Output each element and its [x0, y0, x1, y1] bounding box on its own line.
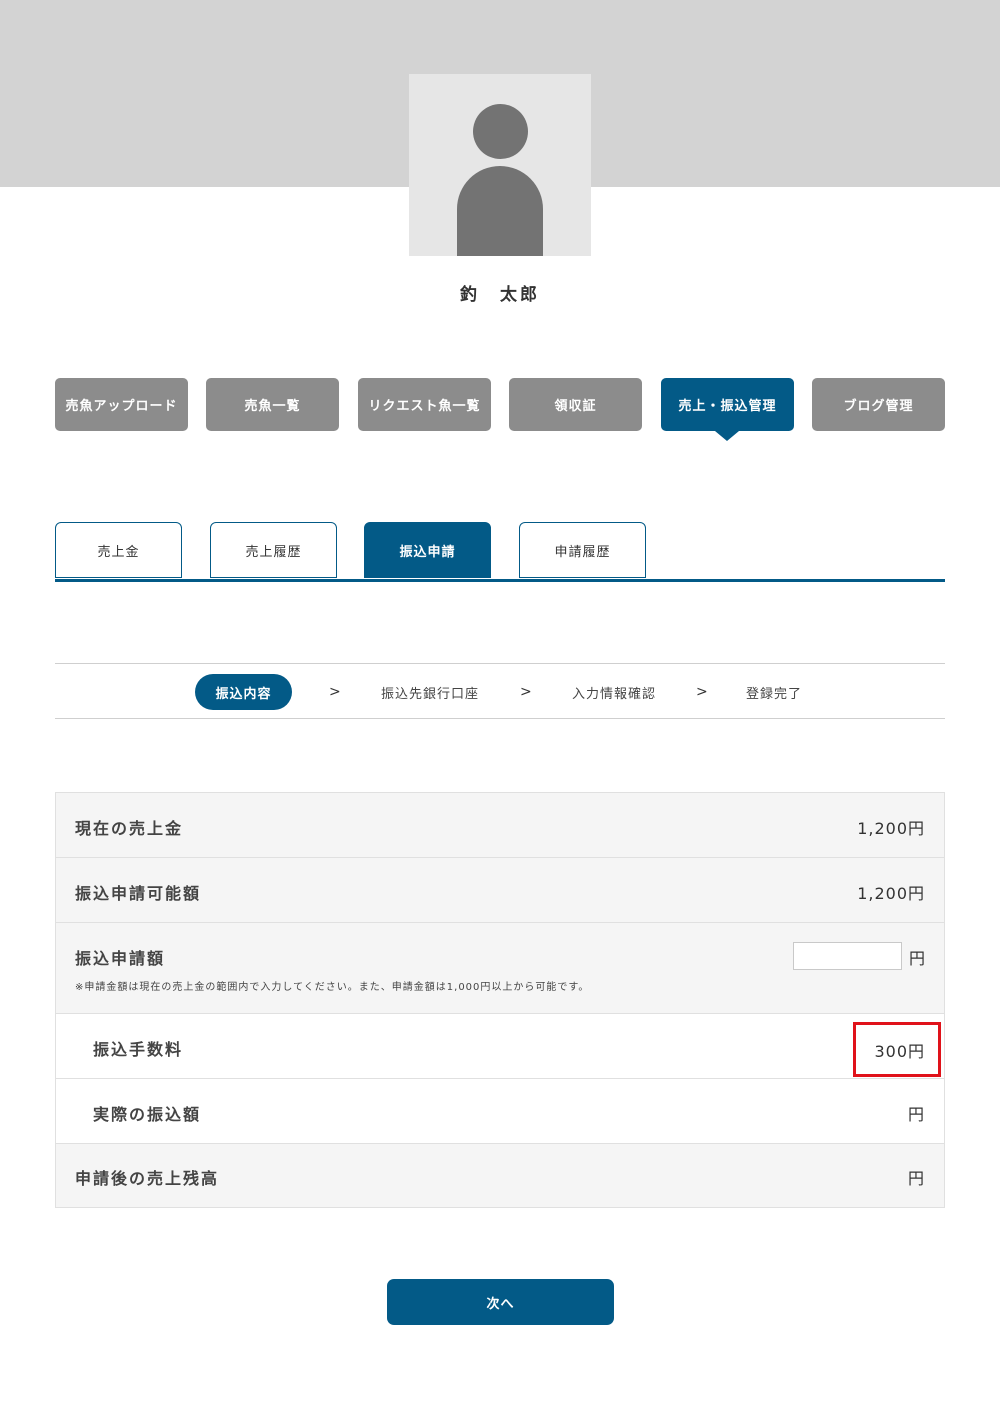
- step-indicator: 振込内容 > 振込先銀行口座 > 入力情報確認 > 登録完了: [55, 663, 945, 719]
- row-request-amount: 振込申請額 円 ※申請金額は現在の売上金の範囲内で入力してください。また、申請金…: [56, 923, 944, 1014]
- request-amount-input[interactable]: [793, 942, 902, 970]
- tab-sales-balance[interactable]: 売上金: [55, 522, 182, 578]
- step-separator: >: [329, 684, 341, 700]
- nav-blog[interactable]: ブログ管理: [812, 378, 945, 431]
- remaining-balance-value: 円: [907, 1169, 925, 1188]
- avatar-body-shape: [457, 166, 543, 256]
- nav-sales-transfer[interactable]: 売上・振込管理: [661, 378, 794, 441]
- available-amount-value: 1,200円: [857, 884, 925, 903]
- tab-transfer-request[interactable]: 振込申請: [364, 522, 491, 578]
- avatar: [409, 74, 591, 256]
- user-name: 釣 太郎: [460, 285, 540, 305]
- actual-transfer-label: 実際の振込額: [93, 1105, 202, 1124]
- transfer-fee-value: 300円: [853, 1022, 941, 1077]
- step-separator: >: [520, 684, 532, 700]
- nav-sell-fish-list[interactable]: 売魚一覧: [206, 378, 339, 431]
- avatar-head-shape: [473, 104, 528, 159]
- row-current-sales: 現在の売上金 1,200円: [56, 793, 944, 858]
- request-amount-unit: 円: [908, 949, 925, 968]
- nav-sell-fish-upload[interactable]: 売魚アップロード: [55, 378, 188, 431]
- main-nav: 売魚アップロード 売魚一覧 リクエスト魚一覧 領収証 売上・振込管理 ブログ管理: [55, 378, 945, 441]
- step-separator: >: [696, 684, 708, 700]
- request-amount-note: ※申請金額は現在の売上金の範囲内で入力してください。また、申請金額は1,000円…: [75, 982, 590, 993]
- tab-sales-history[interactable]: 売上履歴: [210, 522, 337, 578]
- next-button[interactable]: 次へ: [387, 1279, 614, 1325]
- current-sales-value: 1,200円: [857, 819, 925, 838]
- row-transfer-fee: 振込手数料 300円: [56, 1014, 944, 1079]
- sub-tabs: 売上金 売上履歴 振込申請 申請履歴: [55, 522, 945, 582]
- step-transfer-details: 振込内容: [195, 674, 292, 710]
- step-confirm: 入力情報確認: [571, 686, 656, 702]
- row-remaining-balance: 申請後の売上残高 円: [56, 1144, 944, 1207]
- transfer-fee-label: 振込手数料: [93, 1040, 184, 1059]
- actual-transfer-value: 円: [907, 1105, 925, 1124]
- current-sales-label: 現在の売上金: [75, 819, 184, 838]
- row-available-amount: 振込申請可能額 1,200円: [56, 858, 944, 923]
- step-complete: 登録完了: [745, 686, 802, 702]
- available-amount-label: 振込申請可能額: [75, 884, 202, 903]
- transfer-form: 現在の売上金 1,200円 振込申請可能額 1,200円 振込申請額 円 ※申請…: [55, 792, 945, 1208]
- request-amount-label: 振込申請額: [75, 949, 166, 968]
- step-bank-account: 振込先銀行口座: [380, 686, 479, 702]
- tab-request-history[interactable]: 申請履歴: [519, 522, 646, 578]
- remaining-balance-label: 申請後の売上残高: [75, 1169, 220, 1188]
- nav-receipt[interactable]: 領収証: [509, 378, 642, 431]
- nav-request-fish-list[interactable]: リクエスト魚一覧: [358, 378, 491, 431]
- row-actual-transfer: 実際の振込額 円: [56, 1079, 944, 1144]
